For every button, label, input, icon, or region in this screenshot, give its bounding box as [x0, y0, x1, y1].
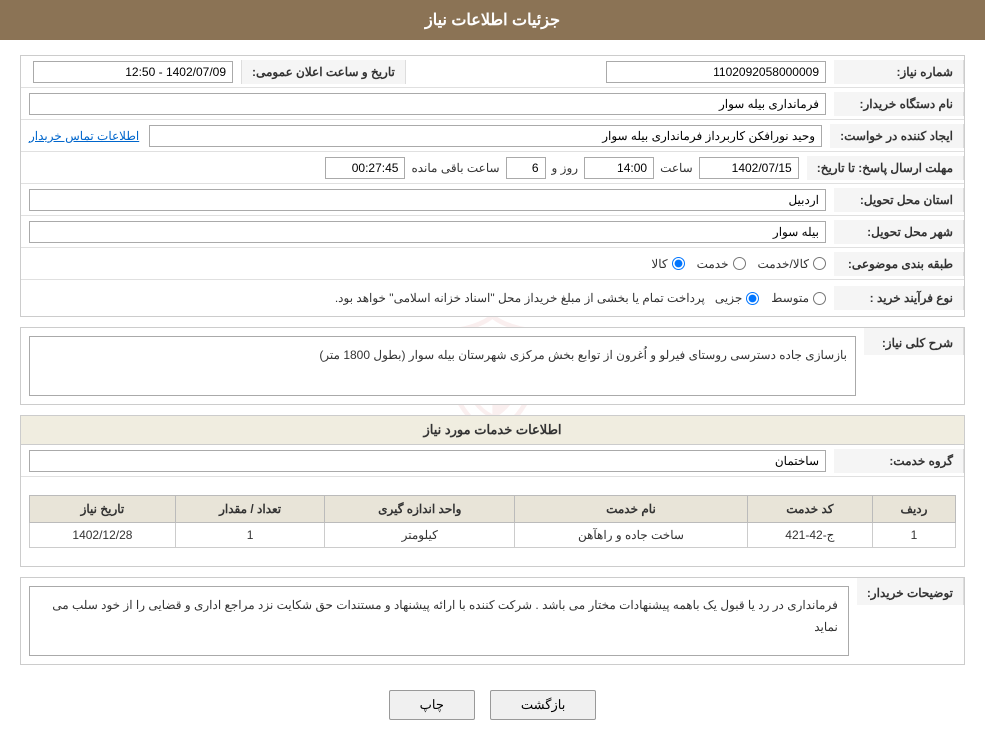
tarikhElan-input[interactable] — [33, 61, 233, 83]
mohlat-saat-label: ساعت — [660, 161, 693, 175]
page-title: جزئیات اطلاعات نیاز — [425, 12, 560, 29]
print-button[interactable]: چاپ — [389, 690, 475, 720]
tozihat-text: فرمانداری در رد یا قبول یک باهمه پیشنهاد… — [29, 586, 849, 656]
radio-jozii[interactable]: جزیی — [715, 291, 759, 305]
eijadKonande-input[interactable] — [149, 125, 822, 147]
col-date: تاریخ نیاز — [30, 496, 176, 523]
radio-kala-khadamat[interactable]: کالا/خدمت — [758, 257, 826, 271]
mohlat-saat-input[interactable] — [584, 157, 654, 179]
namedastgah-label: نام دستگاه خریدار: — [834, 92, 964, 116]
radio-khadamat[interactable]: خدمت — [697, 257, 746, 271]
mohlat-baghimande-label: ساعت باقی مانده — [411, 161, 499, 175]
ostan-label: استان محل تحویل: — [834, 188, 964, 212]
noeFarayand-text: پرداخت تمام یا بخشی از مبلغ خریداز محل "… — [335, 291, 705, 305]
sharhKolli-text: بازسازی جاده دسترسی روستای فیرلو و اُغرو… — [29, 336, 856, 396]
groheKhadamat-input[interactable] — [29, 450, 826, 472]
cell-code: ج-42-421 — [747, 523, 872, 548]
shahr-input[interactable] — [29, 221, 826, 243]
mohlat-baghimande-input[interactable] — [325, 157, 405, 179]
radio-motavasset[interactable]: متوسط — [771, 291, 826, 305]
col-count: تعداد / مقدار — [175, 496, 325, 523]
page-header: جزئیات اطلاعات نیاز — [0, 0, 985, 40]
col-unit: واحد اندازه گیری — [325, 496, 515, 523]
col-name: نام خدمت — [515, 496, 748, 523]
col-radif: ردیف — [872, 496, 955, 523]
action-buttons: بازگشت چاپ — [20, 675, 965, 735]
radio-kala[interactable]: کالا — [651, 257, 684, 271]
back-button[interactable]: بازگشت — [490, 690, 596, 720]
mohlat-label: مهلت ارسال پاسخ: تا تاریخ: — [807, 156, 964, 180]
mohlat-roz-label: روز و — [552, 161, 579, 175]
shomareNiaz-label: شماره نیاز: — [834, 60, 964, 84]
tarifeBandi-label: طبقه بندی موضوعی: — [834, 252, 964, 276]
cell-date: 1402/12/28 — [30, 523, 176, 548]
tarifeBandi-group: کالا/خدمت خدمت کالا — [651, 257, 826, 271]
cell-radif: 1 — [872, 523, 955, 548]
col-code: کد خدمت — [747, 496, 872, 523]
tarikhElan-label: تاریخ و ساعت اعلان عمومی: — [241, 60, 406, 84]
eijadKonande-link[interactable]: اطلاعات تماس خریدار — [29, 129, 139, 143]
namedastgah-input[interactable] — [29, 93, 826, 115]
groheKhadamat-label: گروه خدمت: — [834, 449, 964, 473]
cell-unit: کیلومتر — [325, 523, 515, 548]
noeFarayand-group: متوسط جزیی — [715, 291, 826, 305]
services-table: ردیف کد خدمت نام خدمت واحد اندازه گیری ت… — [29, 495, 956, 548]
mohlat-roz-input[interactable] — [506, 157, 546, 179]
eijadKonande-label: ایجاد کننده در خواست: — [830, 124, 964, 148]
shomareNiaz-input[interactable] — [606, 61, 826, 83]
mohlat-date-input[interactable] — [699, 157, 799, 179]
tozihat-label: توضیحات خریدار: — [857, 578, 964, 605]
ostan-input[interactable] — [29, 189, 826, 211]
cell-name: ساخت جاده و راهآهن — [515, 523, 748, 548]
noeFarayand-label: نوع فرآیند خرید : — [834, 286, 964, 310]
cell-count: 1 — [175, 523, 325, 548]
shahr-label: شهر محل تحویل: — [834, 220, 964, 244]
sharhKolli-label: شرح کلی نیاز: — [864, 328, 964, 355]
table-row: 1 ج-42-421 ساخت جاده و راهآهن کیلومتر 1 … — [30, 523, 956, 548]
infoKhadamat-title: اطلاعات خدمات مورد نیاز — [21, 416, 964, 445]
